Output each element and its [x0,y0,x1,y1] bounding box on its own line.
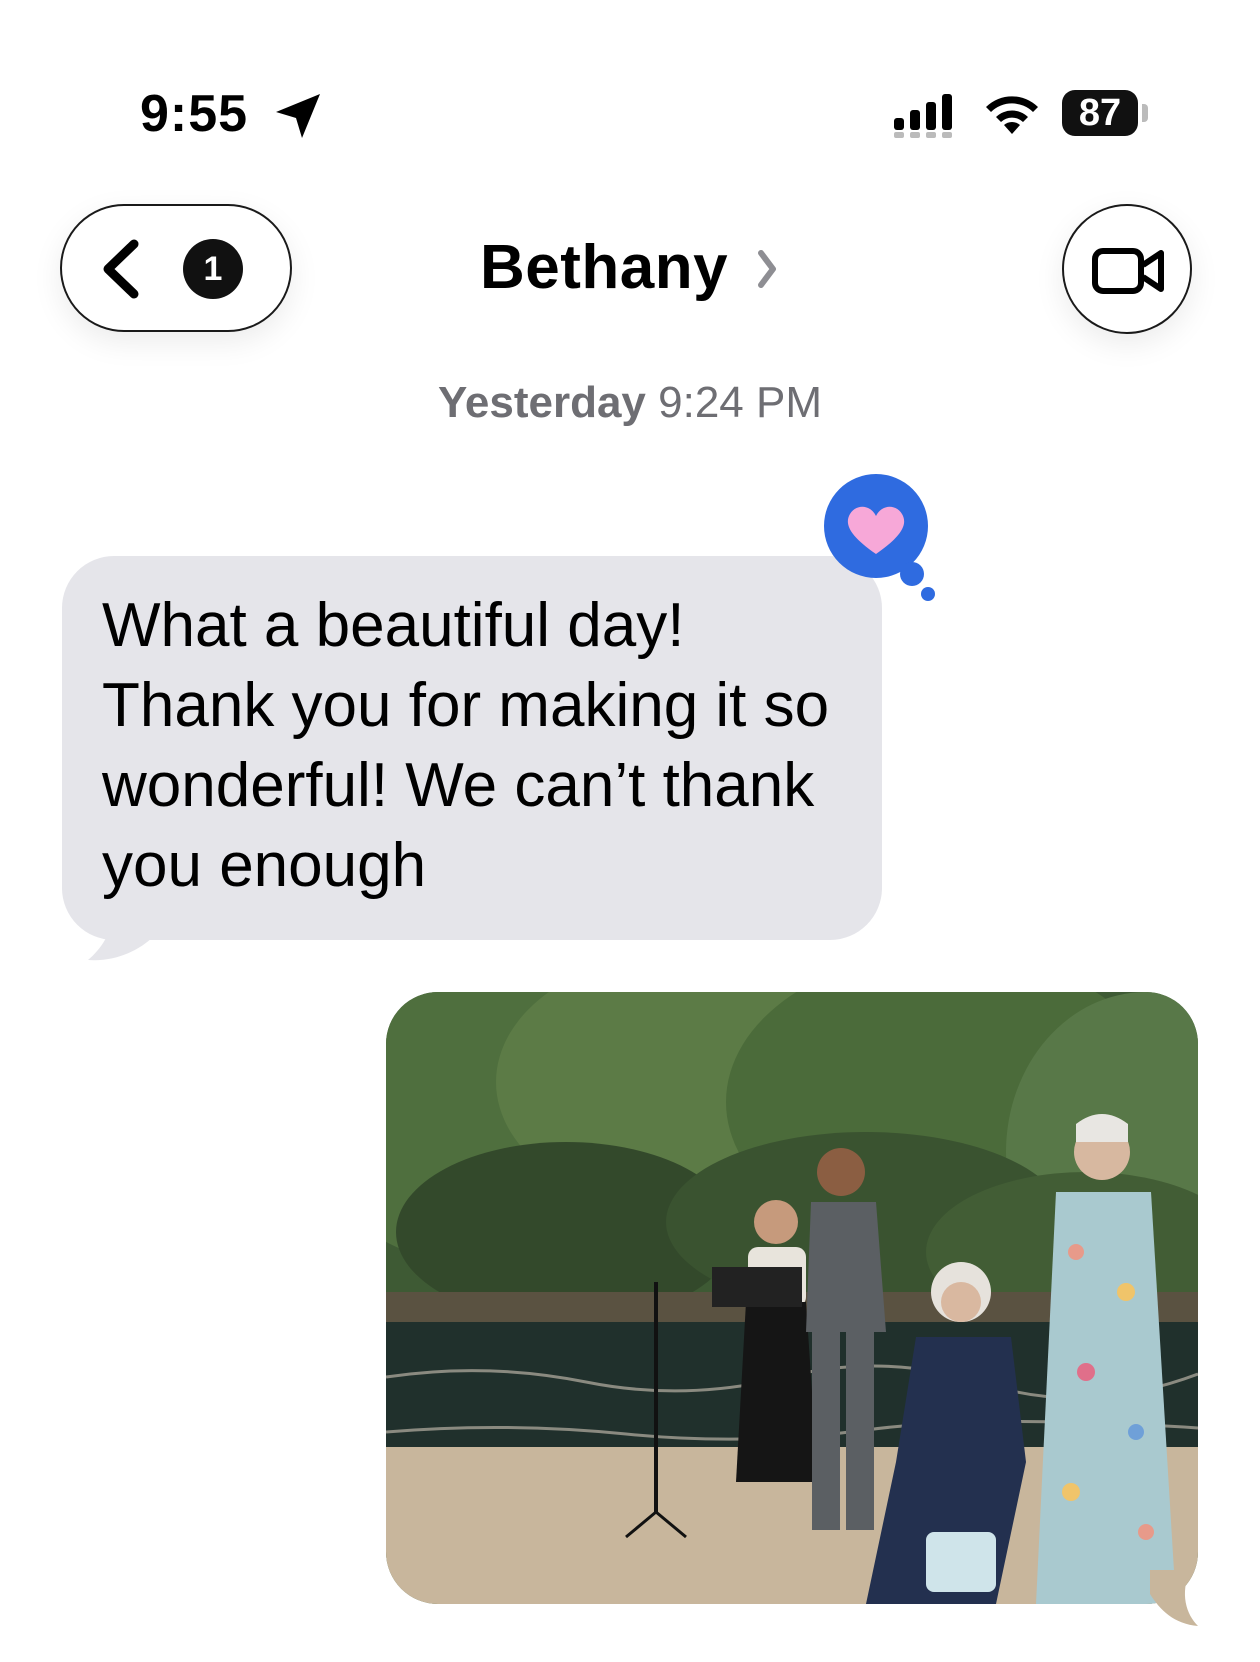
wifi-icon [986,96,1038,134]
photo-wedding-scene [386,992,1198,1604]
chevron-right-icon[interactable] [756,248,778,290]
message-timestamp: Yesterday 9:24 PM [0,378,1260,428]
battery-icon: 87 [1062,90,1138,136]
back-button[interactable]: 1 [60,204,292,332]
timestamp-time: 9:24 PM [658,378,823,427]
chevron-left-icon [103,239,139,299]
status-time: 9:55 [140,85,249,143]
bubble-tail [88,900,154,961]
unread-count-badge: 1 [183,239,243,299]
heart-tapback-icon[interactable] [820,474,940,606]
video-camera-icon [1092,248,1164,294]
sent-photo[interactable] [386,992,1198,1604]
battery-cap [1142,104,1148,122]
message-text: What a beautiful day! Thank you for maki… [102,591,830,900]
contact-name[interactable]: Bethany [480,232,728,303]
photo-bubble-tail [1150,1570,1198,1626]
location-arrow-icon [276,94,320,138]
battery-level: 87 [1078,91,1122,134]
timestamp-day: Yesterday [437,378,646,427]
cellular-signal-icon [894,94,952,138]
facetime-video-button[interactable] [1062,204,1192,334]
